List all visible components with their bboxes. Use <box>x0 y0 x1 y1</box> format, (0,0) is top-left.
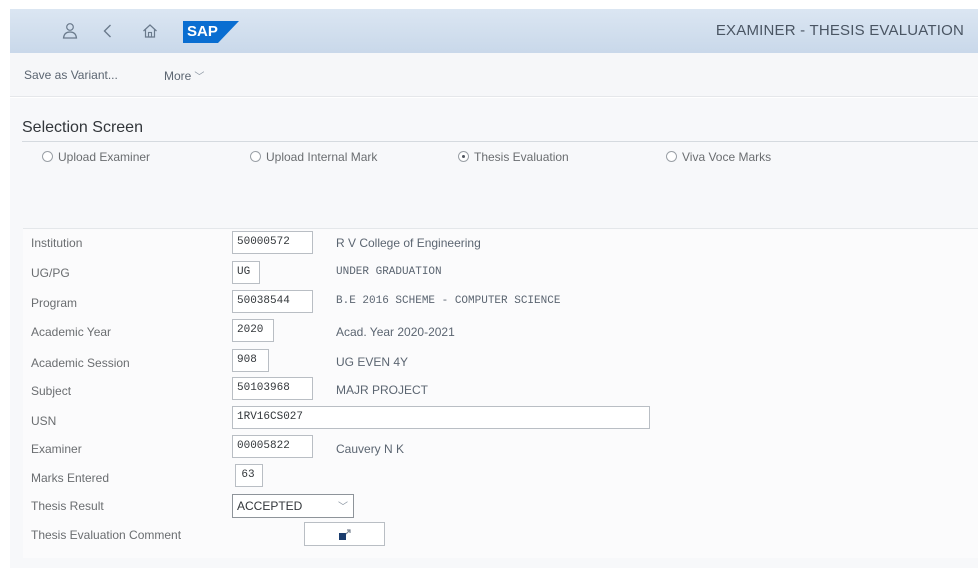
main-content: Selection Screen Upload Examiner Upload … <box>10 98 978 568</box>
section-title: Selection Screen <box>22 119 143 136</box>
subject-description: MAJR PROJECT <box>336 383 429 397</box>
radio-label: Upload Internal Mark <box>266 150 378 164</box>
academic-year-label: Academic Year <box>31 325 112 339</box>
marks-entered-field[interactable]: 63 <box>235 464 263 487</box>
user-icon[interactable] <box>60 21 80 41</box>
program-description: B.E 2016 SCHEME - COMPUTER SCIENCE <box>336 295 561 307</box>
marks-entered-label: Marks Entered <box>31 471 110 485</box>
ugpg-field[interactable]: UG <box>232 261 260 284</box>
academic-session-field[interactable]: 908 <box>232 349 269 372</box>
home-icon[interactable] <box>140 21 160 41</box>
form-panel <box>23 228 978 558</box>
shell-bar: SAP EXAMINER - THESIS EVALUATION <box>10 9 978 53</box>
examiner-label: Examiner <box>31 442 82 456</box>
academic-session-label: Academic Session <box>31 356 130 370</box>
sap-logo: SAP <box>183 21 239 43</box>
program-field[interactable]: 50038544 <box>232 290 313 313</box>
institution-field[interactable]: 50000572 <box>232 231 313 254</box>
thesis-comment-button[interactable] <box>304 522 385 546</box>
usn-label: USN <box>31 414 57 428</box>
examiner-field[interactable]: 00005822 <box>232 435 313 458</box>
chevron-down-icon: ﹀ <box>338 502 348 513</box>
radio-circle-icon <box>666 151 677 162</box>
back-icon[interactable] <box>98 21 118 41</box>
radio-thesis-evaluation[interactable]: Thesis Evaluation <box>458 150 569 164</box>
academic-year-field[interactable]: 2020 <box>232 319 274 342</box>
radio-selected-icon <box>458 151 469 162</box>
academic-year-description: Acad. Year 2020-2021 <box>336 325 455 339</box>
radio-upload-examiner[interactable]: Upload Examiner <box>42 150 150 164</box>
ugpg-description: UNDER GRADUATION <box>336 266 442 278</box>
more-label: More <box>164 69 192 83</box>
radio-circle-icon <box>42 151 53 162</box>
examiner-description: Cauvery N K <box>336 442 405 456</box>
thesis-result-value: ACCEPTED <box>237 499 303 513</box>
institution-description: R V College of Engineering <box>336 236 481 250</box>
radio-viva-voce-marks[interactable]: Viva Voce Marks <box>666 150 771 164</box>
radio-label: Upload Examiner <box>58 150 151 164</box>
ugpg-label: UG/PG <box>31 266 70 280</box>
radio-upload-internal-mark[interactable]: Upload Internal Mark <box>250 150 377 164</box>
radio-label: Thesis Evaluation <box>474 150 569 164</box>
chevron-down-icon: ﹀ <box>194 72 205 83</box>
subject-label: Subject <box>31 384 72 398</box>
divider <box>22 141 978 142</box>
thesis-result-label: Thesis Result <box>31 499 104 513</box>
radio-label: Viva Voce Marks <box>682 150 772 164</box>
academic-session-description: UG EVEN 4Y <box>336 355 409 369</box>
toolbar: Save as Variant... More ﹀ <box>10 53 978 97</box>
more-button[interactable]: More ﹀ <box>164 68 204 83</box>
radio-circle-icon <box>250 151 261 162</box>
edit-comment-icon <box>339 529 351 540</box>
usn-field[interactable]: 1RV16CS027 <box>232 406 650 429</box>
thesis-result-select[interactable]: ACCEPTED ﹀ <box>232 494 354 518</box>
program-label: Program <box>31 296 78 310</box>
subject-field[interactable]: 50103968 <box>232 377 313 400</box>
save-as-variant-button[interactable]: Save as Variant... <box>24 68 118 82</box>
institution-label: Institution <box>31 236 83 250</box>
app-title: EXAMINER - THESIS EVALUATION <box>715 22 964 39</box>
thesis-comment-label: Thesis Evaluation Comment <box>31 528 182 542</box>
